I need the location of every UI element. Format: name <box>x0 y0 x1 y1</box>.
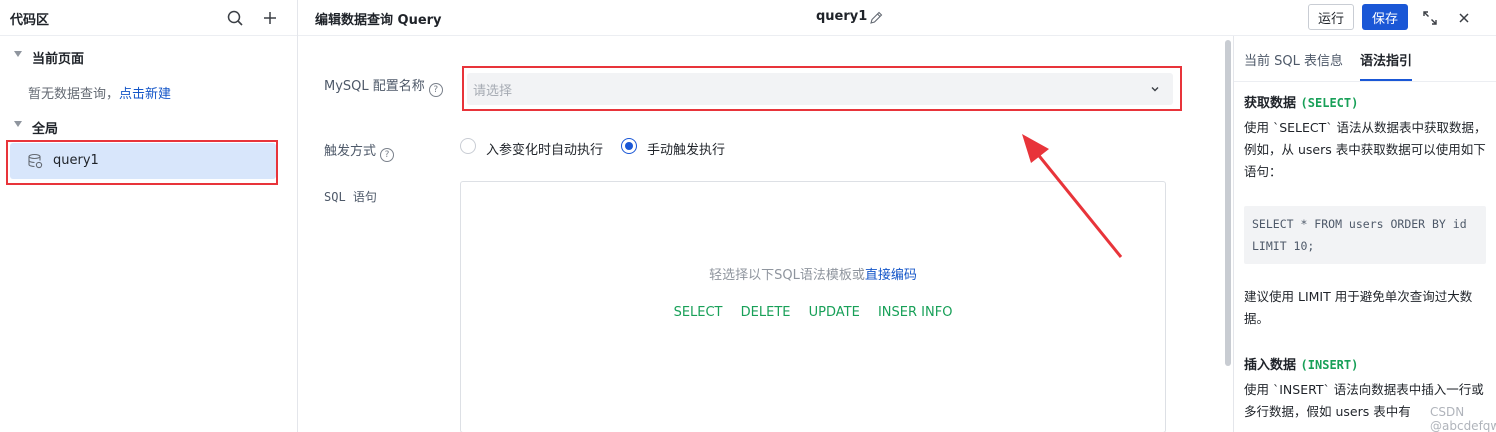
trigger-mode-label: 触发方式? <box>324 140 395 162</box>
pencil-icon[interactable] <box>868 10 884 26</box>
create-query-link[interactable]: 点击新建 <box>119 87 171 102</box>
expand-icon[interactable] <box>1420 8 1440 28</box>
editor-topbar: 编辑数据查询 Query query1 运行 保存 <box>298 0 1496 36</box>
empty-queries-text: 暂无数据查询，点击新建 <box>28 83 171 102</box>
select-heading-text: 获取数据 <box>1244 96 1297 111</box>
radio-label: 手动触发执行 <box>647 143 726 158</box>
watermark: CSDN @abcdefqw <box>1430 405 1496 432</box>
sql-editor[interactable]: 轻选择以下SQL语法模板或直接编码 SELECT DELETE UPDATE I… <box>460 181 1166 432</box>
database-icon <box>27 153 43 169</box>
chevron-down-icon <box>1149 83 1161 95</box>
add-icon[interactable] <box>260 8 280 28</box>
mysql-config-select[interactable]: 请选择 <box>467 73 1173 105</box>
active-tab-indicator <box>1360 79 1412 81</box>
limit-description: 建议使用 LIMIT 用于避免单次查询过大数据。 <box>1244 289 1473 326</box>
empty-text: 暂无数据查询， <box>28 87 120 102</box>
save-button[interactable]: 保存 <box>1362 4 1408 30</box>
caret-down-icon <box>14 51 22 57</box>
tabs-divider <box>1234 81 1496 82</box>
mysql-config-label-text: MySQL 配置名称 <box>324 79 425 94</box>
template-update[interactable]: UPDATE <box>809 305 860 320</box>
section-current-page-label: 当前页面 <box>32 52 85 67</box>
select-keyword: (SELECT) <box>1300 96 1359 110</box>
query-name: query1 <box>816 9 868 24</box>
select-section-heading: 获取数据 (SELECT) <box>1244 92 1358 111</box>
radio-label: 入参变化时自动执行 <box>486 143 604 158</box>
help-icon[interactable]: ? <box>428 83 443 97</box>
run-button[interactable]: 运行 <box>1308 4 1354 30</box>
syntax-panel: 当前 SQL 表信息 语法指引 获取数据 (SELECT) 使用 `SELECT… <box>1233 36 1496 432</box>
editor-title: 编辑数据查询 Query <box>315 13 442 28</box>
insert-section-heading: 插入数据 (INSERT) <box>1244 354 1358 373</box>
sidebar-title: 代码区 <box>10 13 50 28</box>
search-icon[interactable] <box>225 8 245 28</box>
insert-heading-text: 插入数据 <box>1244 358 1297 373</box>
sql-templates: SELECT DELETE UPDATE INSER INFO <box>461 305 1165 320</box>
template-delete[interactable]: DELETE <box>741 305 791 320</box>
caret-down-icon <box>14 121 22 127</box>
insert-keyword: (INSERT) <box>1300 358 1359 372</box>
scrollbar-thumb[interactable] <box>1225 40 1231 366</box>
section-global[interactable]: 全局 <box>0 116 290 138</box>
select-description: 使用 `SELECT` 语法从数据表中获取数据，例如，从 users 表中获取数… <box>1244 120 1487 179</box>
sidebar-header: 代码区 <box>0 0 297 36</box>
sidebar-item-query1[interactable]: query1 <box>10 143 276 179</box>
template-select[interactable]: SELECT <box>674 305 723 320</box>
app-root: 代码区 当前页面 暂无数据查询，点击新建 全局 query1 编辑数据查询 Qu… <box>0 0 1496 432</box>
code-sidebar: 代码区 当前页面 暂无数据查询，点击新建 全局 query1 <box>0 0 298 432</box>
trigger-mode-label-text: 触发方式 <box>324 144 377 159</box>
section-current-page[interactable]: 当前页面 <box>0 46 290 68</box>
sql-hint: 轻选择以下SQL语法模板或直接编码 <box>461 264 1165 283</box>
mysql-config-label: MySQL 配置名称? <box>324 75 443 97</box>
radio-checked-icon <box>621 138 637 154</box>
sql-hint-text: 轻选择以下SQL语法模板或 <box>709 268 865 283</box>
tab-sql-table-info[interactable]: 当前 SQL 表信息 <box>1244 50 1343 69</box>
help-icon[interactable]: ? <box>380 148 395 162</box>
select-code-sample: SELECT * FROM users ORDER BY id LIMIT 10… <box>1244 206 1486 264</box>
sql-statement-label: SQL 语句 <box>324 190 377 204</box>
direct-code-link[interactable]: 直接编码 <box>865 268 917 283</box>
section-global-label: 全局 <box>32 122 59 137</box>
sidebar-item-label: query1 <box>53 153 99 168</box>
close-icon[interactable] <box>1454 8 1474 28</box>
tab-syntax-guide[interactable]: 语法指引 <box>1360 50 1412 69</box>
radio-unchecked-icon <box>460 138 476 154</box>
select-placeholder: 请选择 <box>473 84 513 99</box>
template-insert[interactable]: INSER INFO <box>878 305 952 320</box>
